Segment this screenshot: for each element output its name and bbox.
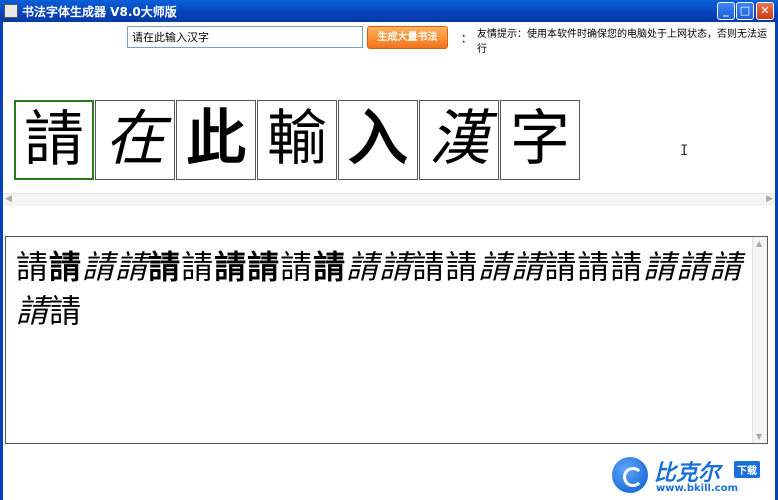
style-sample[interactable]: 請 [49, 289, 82, 333]
chinese-text-input[interactable] [127, 26, 363, 48]
style-sample[interactable]: 請 [346, 245, 379, 289]
style-sample[interactable]: 請 [478, 245, 511, 289]
style-sample[interactable]: 請 [49, 245, 82, 289]
scroll-up-icon[interactable]: ▲ [756, 239, 762, 248]
logo-icon [612, 457, 648, 493]
maximize-button[interactable]: □ [736, 2, 754, 20]
horizontal-scrollbar[interactable]: ◀ ▶ [3, 193, 775, 206]
generate-calligraphy-button[interactable]: 生成大量书法 [367, 26, 448, 49]
style-sample[interactable]: 請 [115, 245, 148, 289]
style-sample[interactable]: 請 [445, 245, 478, 289]
style-sample[interactable]: 請 [313, 245, 346, 289]
style-samples-list: 請請請請請請請請請請請請請請請請請請請請請請請請 [16, 245, 746, 333]
tip-colon: ： [461, 32, 472, 45]
style-sample[interactable]: 請 [214, 245, 247, 289]
style-sample[interactable]: 請 [577, 245, 610, 289]
style-sample[interactable]: 請 [511, 245, 544, 289]
scroll-left-icon[interactable]: ◀ [5, 194, 12, 204]
style-sample[interactable]: 請 [643, 245, 676, 289]
style-sample[interactable]: 請 [379, 245, 412, 289]
style-sample[interactable]: 請 [412, 245, 445, 289]
scroll-down-icon[interactable]: ▼ [756, 432, 762, 441]
logo-badge: 下载 [734, 461, 760, 478]
window-title: 书法字体生成器 V8.0大师版 [22, 5, 177, 19]
style-samples-area[interactable]: 請請請請請請請請請請請請請請請請請請請請請請請請 ▲ ▼ [5, 236, 768, 444]
window-frame: 生成大量书法 ： 友情提示：使用本软件时确保您的电脑处于上网状态，否则无法运行 … [0, 22, 778, 500]
style-sample[interactable]: 請 [280, 245, 313, 289]
preview-cell[interactable]: 漢 [419, 100, 499, 180]
style-sample[interactable]: 請 [82, 245, 115, 289]
app-icon [4, 4, 18, 18]
preview-strip: 請 在 此 輸 入 漢 字 [14, 100, 581, 181]
preview-cell[interactable]: 字 [500, 100, 580, 180]
preview-cell[interactable]: 此 [176, 100, 256, 180]
style-sample[interactable]: 請 [16, 289, 49, 333]
preview-cell[interactable]: 輸 [257, 100, 337, 180]
minimize-button[interactable]: _ [717, 2, 735, 20]
style-sample[interactable]: 請 [709, 245, 742, 289]
logo-url: www.bkill.com [656, 483, 738, 494]
title-bar: 书法字体生成器 V8.0大师版 _ □ ✕ [0, 0, 778, 22]
style-sample[interactable]: 請 [148, 245, 181, 289]
scroll-right-icon[interactable]: ▶ [766, 194, 773, 204]
style-sample[interactable]: 請 [247, 245, 280, 289]
vertical-scrollbar[interactable]: ▲ ▼ [752, 237, 767, 443]
preview-cell[interactable]: 請 [14, 100, 94, 180]
preview-cell[interactable]: 在 [95, 100, 175, 180]
style-sample[interactable]: 請 [181, 245, 214, 289]
text-cursor-icon: I [680, 143, 689, 159]
watermark-logo: 比克尔 下载 www.bkill.com [612, 455, 772, 497]
preview-cell[interactable]: 入 [338, 100, 418, 180]
style-sample[interactable]: 請 [610, 245, 643, 289]
close-button[interactable]: ✕ [756, 2, 774, 20]
style-sample[interactable]: 請 [676, 245, 709, 289]
style-sample[interactable]: 請 [16, 245, 49, 289]
style-sample[interactable]: 請 [544, 245, 577, 289]
friendly-tip: 友情提示：使用本软件时确保您的电脑处于上网状态，否则无法运行 [477, 29, 767, 55]
